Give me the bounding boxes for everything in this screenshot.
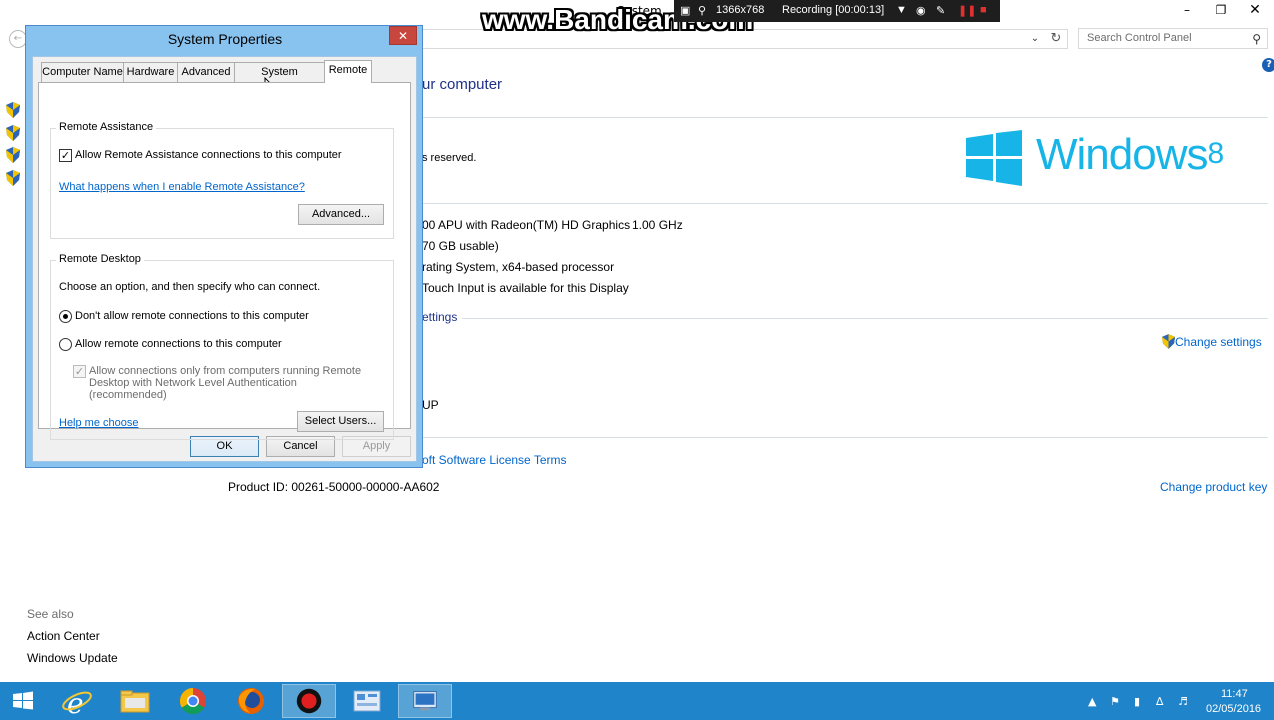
divider: [422, 117, 1268, 118]
processor-value: 00 APU with Radeon(TM) HD Graphics: [422, 218, 631, 232]
stop-icon[interactable]: ■: [980, 4, 987, 16]
advanced-button[interactable]: Advanced...: [298, 204, 384, 225]
chrome-icon[interactable]: [166, 684, 220, 718]
minimize-button[interactable]: –: [1170, 0, 1204, 20]
firefox-icon[interactable]: [224, 684, 278, 718]
windows-update-link[interactable]: Windows Update: [27, 651, 118, 665]
divider: [462, 318, 1268, 319]
zoom-icon[interactable]: ⚲: [698, 4, 706, 17]
tab-system-protection[interactable]: System Protection: [234, 62, 325, 96]
resolution-text: 1366x768: [716, 4, 765, 16]
system-type-value: rating System, x64-based processor: [422, 260, 615, 274]
change-settings-link[interactable]: Change settings: [1162, 334, 1262, 349]
search-input[interactable]: Search Control Panel ⚲: [1078, 28, 1268, 49]
product-id: Product ID: 00261-50000-00000-AA602: [228, 480, 440, 494]
computer-name-group-title: ettings: [422, 310, 458, 324]
allow-remote-assistance-label: Allow Remote Assistance connections to t…: [75, 149, 342, 161]
memory-value: 70 GB usable): [422, 239, 499, 253]
windows-logo-icon: [966, 130, 1022, 186]
shield-icon[interactable]: [6, 147, 20, 163]
maximize-button[interactable]: ❐: [1204, 0, 1238, 20]
clock-time[interactable]: 11:47: [1221, 688, 1248, 700]
page-heading: ur computer: [422, 76, 503, 93]
license-terms-link[interactable]: oft Software License Terms: [422, 453, 567, 467]
shield-icon[interactable]: [6, 102, 20, 118]
help-me-choose-link[interactable]: Help me choose: [59, 417, 139, 429]
volume-icon[interactable]: ♬: [1178, 695, 1188, 708]
processor-speed: 1.00 GHz: [632, 218, 683, 232]
control-panel-icon[interactable]: [340, 684, 394, 718]
tray-expand-icon[interactable]: ▲: [1088, 695, 1096, 708]
remote-assistance-title: Remote Assistance: [56, 121, 157, 133]
camera-icon[interactable]: ◉: [916, 4, 926, 17]
windows-start-icon[interactable]: [0, 684, 46, 718]
pencil-icon[interactable]: ✎: [936, 4, 945, 17]
shield-icon[interactable]: [6, 125, 20, 141]
divider: [422, 203, 1268, 204]
network-icon[interactable]: ∆: [1156, 695, 1163, 708]
dont-allow-remote-radio[interactable]: [59, 310, 72, 323]
svg-text:e: e: [67, 687, 84, 718]
dialog-close-button[interactable]: ✕: [389, 26, 417, 45]
battery-icon[interactable]: ▮: [1134, 695, 1140, 708]
tab-advanced[interactable]: Advanced: [177, 62, 235, 82]
recording-status: Recording [00:00:13]: [782, 4, 885, 16]
search-icon[interactable]: ⚲: [1252, 32, 1261, 46]
allow-remote-label: Allow remote connections to this compute…: [75, 338, 282, 350]
recording-toolbar: ▣ ⚲ 1366x768 Recording [00:00:13] ▼ ◉ ✎ …: [674, 0, 1000, 22]
tab-hardware[interactable]: Hardware: [123, 62, 178, 82]
select-users-button[interactable]: Select Users...: [297, 411, 384, 432]
search-placeholder: Search Control Panel: [1087, 32, 1192, 44]
file-explorer-icon[interactable]: [108, 684, 162, 718]
nla-label: Allow connections only from computers ru…: [89, 365, 362, 401]
workgroup-value: UP: [422, 398, 439, 412]
action-center-flag-icon[interactable]: ⚑: [1110, 695, 1120, 708]
change-product-key-link[interactable]: Change product key: [1160, 480, 1267, 494]
screen-icon[interactable]: ▣: [680, 4, 690, 17]
help-icon[interactable]: ?: [1262, 58, 1274, 72]
dialog-body: Computer Name Hardware Advanced System P…: [32, 56, 417, 462]
see-also-heading: See also: [27, 607, 74, 621]
clock-date[interactable]: 02/05/2016: [1206, 703, 1261, 715]
dropdown-icon[interactable]: ▼: [896, 4, 907, 16]
nla-checkbox[interactable]: ✓: [73, 365, 86, 378]
remote-tab-panel: Remote Assistance ✓ Allow Remote Assista…: [38, 82, 411, 440]
shield-icon: [1162, 334, 1175, 349]
system-window-icon[interactable]: [398, 684, 452, 718]
allow-remote-radio[interactable]: [59, 338, 72, 351]
pause-icon[interactable]: ❚❚: [958, 4, 976, 17]
tab-computer-name[interactable]: Computer Name: [41, 62, 124, 82]
shield-icon[interactable]: [6, 170, 20, 186]
taskbar: e ▲ ⚑ ▮ ∆ ♬ 11:47 02/05/2016: [0, 682, 1274, 720]
remote-assistance-help-link[interactable]: What happens when I enable Remote Assist…: [59, 181, 305, 193]
copyright-text: s reserved.: [422, 152, 477, 164]
refresh-icon[interactable]: ↻: [1046, 30, 1066, 48]
action-center-link[interactable]: Action Center: [27, 629, 100, 643]
internet-explorer-icon[interactable]: e: [50, 684, 104, 718]
allow-remote-assistance-checkbox[interactable]: ✓: [59, 149, 72, 162]
system-properties-dialog: System Properties ✕ Computer Name Hardwa…: [25, 25, 423, 468]
tab-remote[interactable]: Remote: [324, 60, 372, 83]
pen-touch-value: Touch Input is available for this Displa…: [422, 281, 629, 295]
chevron-down-icon[interactable]: ⌄: [1026, 30, 1044, 48]
windows-logo-text: Windows8: [1036, 130, 1224, 179]
dont-allow-remote-label: Don't allow remote connections to this c…: [75, 310, 309, 322]
close-button[interactable]: ✕: [1238, 0, 1272, 20]
bandicam-icon[interactable]: [282, 684, 336, 718]
divider: [422, 437, 1268, 438]
remote-desktop-instruction: Choose an option, and then specify who c…: [59, 281, 321, 293]
dialog-title: System Properties: [167, 31, 283, 47]
remote-desktop-title: Remote Desktop: [56, 253, 144, 265]
